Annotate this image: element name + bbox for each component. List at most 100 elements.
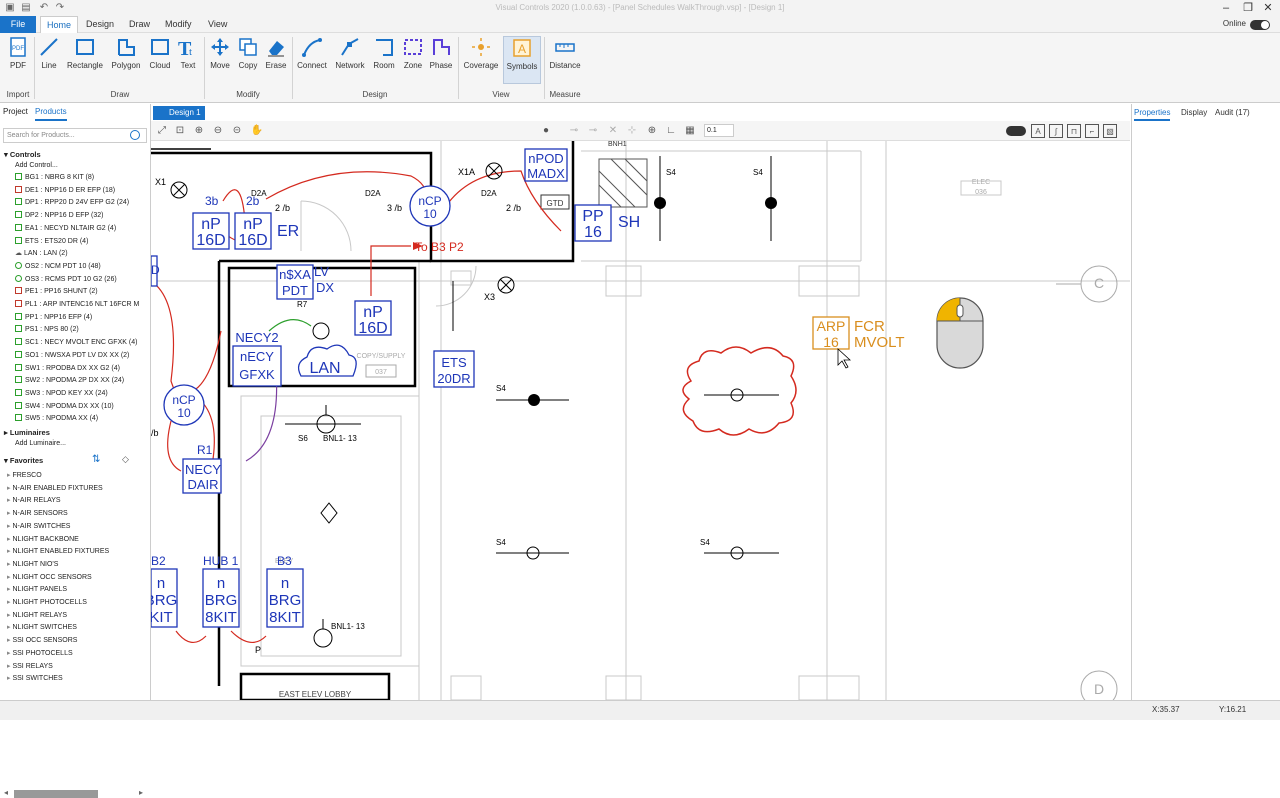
menu-modify[interactable]: Modify [159, 16, 198, 33]
control-item[interactable]: PL1 : ARP INTENC16 NLT 16FCR M [15, 299, 139, 311]
distance-button[interactable]: Distance [547, 36, 583, 84]
control-item[interactable]: SW3 : NPOD KEY XX (24) [15, 388, 108, 400]
control-item[interactable]: SW5 : NPODMA XX (4) [15, 413, 98, 425]
favorite-folder[interactable]: NLIGHT SWITCHES [7, 623, 76, 631]
phase-button[interactable]: Phase [428, 36, 454, 84]
favorite-folder[interactable]: NLIGHT BACKBONE [7, 535, 78, 543]
scroll-left-icon[interactable]: ◂ [4, 788, 8, 797]
favorite-folder[interactable]: NLIGHT NIO'S [7, 560, 58, 568]
favorite-folder[interactable]: N-AIR SENSORS [7, 509, 67, 517]
room-button[interactable]: Room [370, 36, 398, 84]
control-item[interactable]: PE1 : PP16 SHUNT (2) [15, 286, 98, 298]
add-control-link[interactable]: Add Control... [15, 160, 58, 172]
symbols-button[interactable]: A Symbols [503, 36, 541, 84]
floor-plan-drawing[interactable]: C D ELEC 036 COPY/SUPPLY 037 ELEV EAST E… [151, 141, 1130, 700]
favorite-folder[interactable]: FRESCO [7, 471, 41, 479]
favorite-folder[interactable]: SSI OCC SENSORS [7, 636, 77, 644]
rooms-visibility-icon[interactable]: ⌐ [1085, 124, 1099, 138]
connect-button[interactable]: Connect [295, 36, 329, 84]
zoom-out-icon[interactable]: ⊖ [211, 124, 225, 138]
control-item[interactable]: PP1 : NPP16 EFP (4) [15, 312, 92, 324]
control-item[interactable]: OS2 : NCM PDT 10 (48) [15, 261, 101, 273]
snap-intersection-icon[interactable]: ✕ [606, 124, 620, 138]
floor-plan-svg[interactable]: C D ELEC 036 COPY/SUPPLY 037 ELEV EAST E… [151, 141, 1130, 700]
control-item[interactable]: EA1 : NECYD NLTAIR G2 (4) [15, 223, 116, 235]
control-item[interactable]: SW4 : NPODMA DX XX (10) [15, 401, 114, 413]
zoom-previous-icon[interactable]: ⊝ [230, 124, 244, 138]
menu-file[interactable]: File [0, 16, 36, 33]
text-button[interactable]: Tt Text [176, 36, 200, 84]
snap-endpoint-icon[interactable]: ⊸ [567, 124, 581, 138]
tab-display[interactable]: Display [1181, 108, 1207, 117]
zoom-window-icon[interactable]: ⊡ [173, 124, 187, 138]
control-item[interactable]: SC1 : NECY MVOLT ENC GFXK (4) [15, 337, 137, 349]
control-item[interactable]: PS1 : NPS 80 (2) [15, 324, 79, 336]
horizontal-scrollbar[interactable] [14, 790, 98, 798]
tab-products[interactable]: Products [35, 107, 67, 121]
rectangle-button[interactable]: Rectangle [64, 36, 106, 84]
favorite-folder[interactable]: N-AIR ENABLED FIXTURES [7, 484, 102, 492]
text-visibility-icon[interactable]: A [1031, 124, 1045, 138]
close-icon[interactable]: ✕ [1258, 1, 1278, 15]
sort-icon[interactable]: ⇅ [92, 454, 100, 465]
online-toggle[interactable] [1250, 20, 1270, 30]
erase-button[interactable]: Erase [263, 36, 289, 84]
control-item[interactable]: SW2 : NPODMA 2P DX XX (24) [15, 375, 124, 387]
tab-properties[interactable]: Properties [1134, 108, 1171, 121]
snap-point-icon[interactable]: ● [539, 124, 553, 138]
pdf-button[interactable]: PDF PDF [4, 36, 32, 84]
grid-icon[interactable]: ▦ [683, 124, 697, 138]
favorite-folder[interactable]: SSI RELAYS [7, 662, 52, 670]
symbols-visibility-icon[interactable]: ⊓ [1067, 124, 1081, 138]
control-item[interactable]: DE1 : NPP16 D ER EFP (18) [15, 185, 115, 197]
snap-midpoint-icon[interactable]: ⊸ [586, 124, 600, 138]
tab-design-1[interactable]: Design 1 [153, 106, 205, 120]
favorite-folder[interactable]: N-AIR RELAYS [7, 496, 60, 504]
cloud-button[interactable]: Cloud [146, 36, 174, 84]
scale-select[interactable]: 0.1 [704, 124, 734, 137]
zoom-extents-icon[interactable]: ⤢ [155, 124, 169, 138]
favorite-folder[interactable]: NLIGHT PHOTOCELLS [7, 598, 86, 606]
tab-project[interactable]: Project [3, 107, 28, 116]
control-item[interactable]: SW1 : RPODBA DX XX G2 (4) [15, 363, 120, 375]
line-button[interactable]: Line [37, 36, 61, 84]
favorite-folder[interactable]: SSI SWITCHES [7, 674, 62, 682]
favorites-header[interactable]: ▾ Favorites [4, 456, 43, 465]
control-item[interactable]: ☁ LAN : LAN (2) [15, 248, 68, 260]
control-item[interactable]: ETS : ETS20 DR (4) [15, 236, 88, 248]
wires-visibility-icon[interactable]: ∫ [1049, 124, 1063, 138]
menu-view[interactable]: View [202, 16, 233, 33]
scroll-right-icon[interactable]: ▸ [139, 788, 143, 797]
layer-toggle[interactable] [1006, 126, 1026, 136]
menu-draw[interactable]: Draw [123, 16, 156, 33]
control-item[interactable]: DP1 : RPP20 D 24V EFP G2 (24) [15, 197, 129, 209]
search-input[interactable]: Search for Products... [3, 128, 147, 143]
snap-nearest-icon[interactable]: ⊹ [625, 124, 639, 138]
minimize-icon[interactable]: – [1216, 1, 1236, 15]
control-item[interactable]: SO1 : NWSXA PDT LV DX XX (2) [15, 350, 129, 362]
add-luminaire-link[interactable]: Add Luminaire... [15, 438, 66, 450]
restore-icon[interactable]: ❐ [1238, 1, 1258, 15]
control-item[interactable]: OS3 : RCMS PDT 10 G2 (26) [15, 274, 117, 286]
image-visibility-icon[interactable]: ▧ [1103, 124, 1117, 138]
polygon-button[interactable]: Polygon [108, 36, 144, 84]
favorite-folder[interactable]: SSI PHOTOCELLS [7, 649, 72, 657]
ortho-icon[interactable]: ∟ [664, 124, 678, 138]
network-button[interactable]: Network [332, 36, 368, 84]
controls-header[interactable]: ▾ Controls [4, 150, 41, 159]
luminaires-header[interactable]: ▸ Luminaires [4, 428, 50, 437]
move-button[interactable]: Move [207, 36, 233, 84]
menu-design[interactable]: Design [80, 16, 120, 33]
favorite-folder[interactable]: NLIGHT ENABLED FIXTURES [7, 547, 109, 555]
tag-icon[interactable]: ◇ [122, 454, 129, 465]
favorite-folder[interactable]: NLIGHT RELAYS [7, 611, 67, 619]
menu-home[interactable]: Home [40, 16, 79, 33]
coverage-button[interactable]: Coverage [461, 36, 501, 84]
favorite-folder[interactable]: N-AIR SWITCHES [7, 522, 70, 530]
favorite-folder[interactable]: NLIGHT PANELS [7, 585, 67, 593]
tab-audit[interactable]: Audit (17) [1215, 108, 1250, 117]
favorite-folder[interactable]: NLIGHT OCC SENSORS [7, 573, 91, 581]
pan-icon[interactable]: ✋ [250, 124, 264, 138]
zoom-in-icon[interactable]: ⊕ [192, 124, 206, 138]
zone-button[interactable]: Zone [400, 36, 426, 84]
